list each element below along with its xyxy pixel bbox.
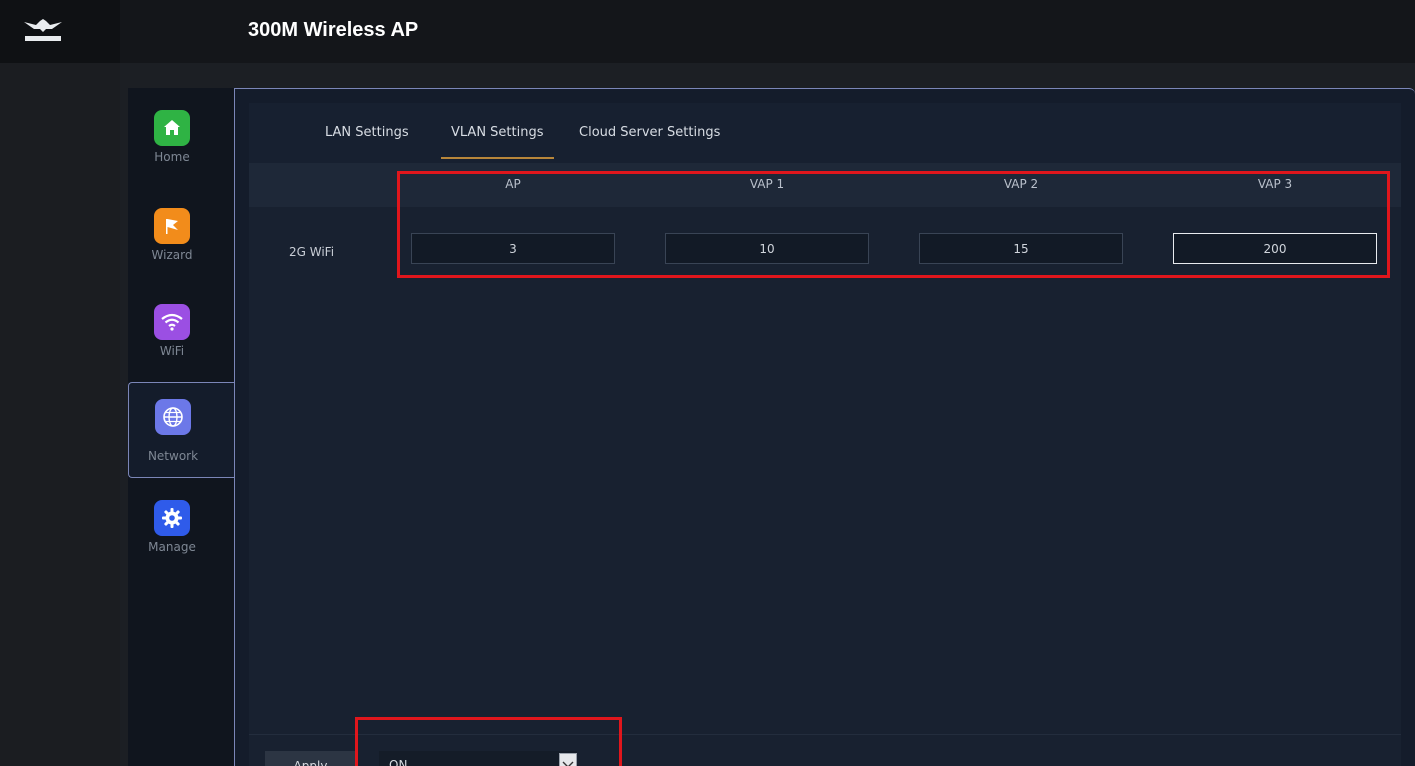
- vlan-vap1-input[interactable]: [665, 233, 869, 264]
- sidebar-item-label: Network: [147, 449, 199, 463]
- brand-logo: [0, 0, 120, 63]
- apply-button[interactable]: Apply: [265, 751, 356, 766]
- sidebar-item-wifi[interactable]: WiFi: [128, 292, 234, 384]
- tab-cloud-server-settings[interactable]: Cloud Server Settings: [569, 123, 730, 159]
- vlan-enable-select[interactable]: ON: [379, 751, 577, 766]
- home-icon: [154, 110, 190, 146]
- sidebar-item-label: Wizard: [151, 248, 193, 262]
- vlan-vap2-input[interactable]: [919, 233, 1123, 264]
- chevron-down-icon[interactable]: [559, 753, 577, 766]
- left-gutter: [0, 63, 120, 766]
- sidebar-item-network[interactable]: Network: [128, 382, 236, 478]
- select-value: ON: [389, 758, 408, 766]
- action-footer: Apply ON: [249, 734, 1401, 766]
- column-header-vap1: VAP 1: [749, 177, 785, 191]
- eagle-logo-icon: [24, 19, 62, 41]
- vlan-table-header: AP VAP 1 VAP 2 VAP 3: [249, 163, 1401, 207]
- row-label-2g-wifi: 2G WiFi: [289, 245, 335, 259]
- sidebar-item-label: Manage: [148, 540, 196, 554]
- globe-icon: [155, 399, 191, 435]
- vlan-vap3-input[interactable]: [1173, 233, 1377, 264]
- sidebar-item-label: Home: [154, 150, 190, 164]
- gear-icon: [154, 500, 190, 536]
- top-header: 300M Wireless AP: [0, 0, 1415, 63]
- flag-icon: [154, 208, 190, 244]
- sidebar-item-manage[interactable]: Manage: [128, 488, 234, 580]
- main-panel: LAN Settings VLAN Settings Cloud Server …: [234, 88, 1415, 766]
- column-header-ap: AP: [505, 177, 521, 191]
- sidebar-item-home[interactable]: Home: [128, 98, 234, 190]
- column-header-vap3: VAP 3: [1257, 177, 1293, 191]
- vlan-ap-input[interactable]: [411, 233, 615, 264]
- sidebar-item-label: WiFi: [159, 344, 185, 358]
- page-title: 300M Wireless AP: [248, 19, 419, 41]
- sidebar-nav: Home Wizard WiFi Network Manage: [128, 88, 236, 766]
- vlan-settings-content: LAN Settings VLAN Settings Cloud Server …: [249, 103, 1401, 766]
- tab-lan-settings[interactable]: LAN Settings: [315, 123, 419, 159]
- settings-tabs: LAN Settings VLAN Settings Cloud Server …: [249, 103, 1401, 163]
- column-header-vap2: VAP 2: [1003, 177, 1039, 191]
- wifi-icon: [154, 304, 190, 340]
- sidebar-item-wizard[interactable]: Wizard: [128, 196, 234, 288]
- tab-vlan-settings[interactable]: VLAN Settings: [441, 123, 554, 159]
